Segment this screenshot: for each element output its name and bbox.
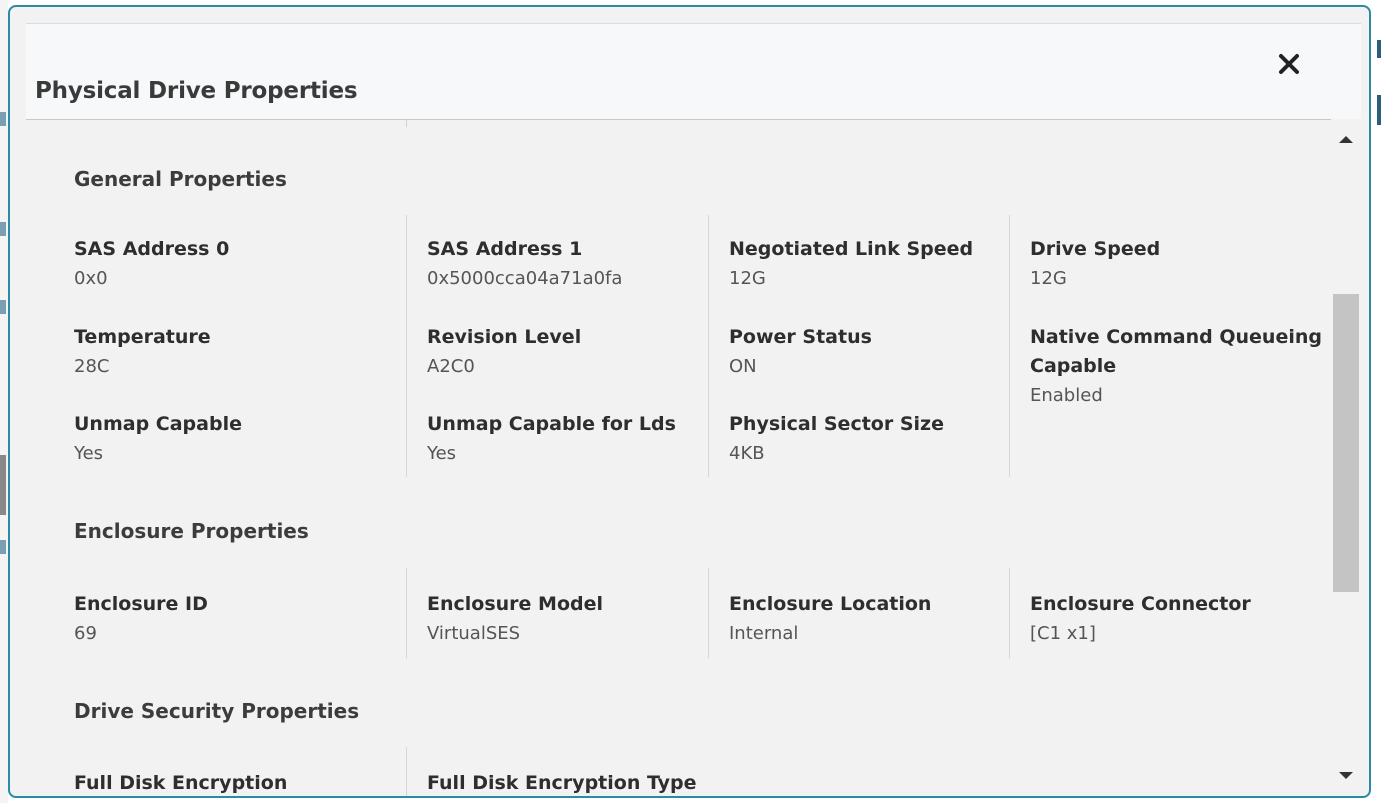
background-page-mark bbox=[0, 300, 6, 314]
property-physical-sector-size: Physical Sector Size 4KB bbox=[729, 410, 1014, 468]
property-label: Unmap Capable for Lds bbox=[427, 413, 676, 435]
property-unmap-capable-for-lds: Unmap Capable for Lds Yes bbox=[427, 410, 712, 468]
property-enclosure-id: Enclosure ID 69 bbox=[74, 590, 359, 648]
property-enclosure-location: Enclosure Location Internal bbox=[729, 590, 1014, 648]
property-label: SAS Address 0 bbox=[74, 238, 230, 260]
property-value: 28C bbox=[74, 356, 110, 377]
property-revision-level: Revision Level A2C0 bbox=[427, 323, 712, 381]
property-label: Full Disk Encryption Type bbox=[427, 772, 697, 794]
property-value: 69 bbox=[74, 623, 97, 644]
column-divider bbox=[406, 747, 407, 796]
background-page-mark bbox=[0, 455, 6, 515]
background-page-mark bbox=[0, 222, 6, 236]
section-title-enclosure: Enclosure Properties bbox=[74, 519, 309, 543]
property-value: Yes bbox=[74, 443, 104, 464]
property-value: [C1 x1] bbox=[1030, 623, 1096, 644]
property-temperature: Temperature 28C bbox=[74, 323, 359, 381]
dialog-body: General Properties SAS Address 0 0x0 SAS… bbox=[26, 119, 1331, 796]
property-value: 12G bbox=[1030, 268, 1067, 289]
property-label: Unmap Capable bbox=[74, 413, 242, 435]
background-page-mark bbox=[0, 540, 6, 554]
property-value: A2C0 bbox=[427, 356, 475, 377]
background-page-mark bbox=[1377, 95, 1381, 125]
property-sas-address-1: SAS Address 1 0x5000cca04a71a0fa bbox=[427, 235, 712, 293]
property-unmap-capable: Unmap Capable Yes bbox=[74, 410, 359, 468]
scroll-down-arrow-icon[interactable] bbox=[1339, 772, 1353, 779]
section-title-general: General Properties bbox=[74, 167, 287, 191]
column-divider bbox=[406, 215, 407, 477]
property-enclosure-model: Enclosure Model VirtualSES bbox=[427, 590, 712, 648]
property-label: Enclosure Connector bbox=[1030, 593, 1251, 615]
dialog-header: Physical Drive Properties bbox=[26, 23, 1361, 120]
property-full-disk-encryption: Full Disk Encryption bbox=[74, 769, 359, 796]
property-label: Enclosure ID bbox=[74, 593, 208, 615]
property-value: 12G bbox=[729, 268, 766, 289]
section-title-security: Drive Security Properties bbox=[74, 699, 360, 723]
property-value: Internal bbox=[729, 623, 799, 644]
property-label: Physical Sector Size bbox=[729, 413, 944, 435]
property-label: Negotiated Link Speed bbox=[729, 238, 974, 260]
background-page-right-edge bbox=[1371, 0, 1385, 803]
property-power-status: Power Status ON bbox=[729, 323, 1014, 381]
property-label: Revision Level bbox=[427, 326, 582, 348]
scrollbar-thumb[interactable] bbox=[1333, 294, 1359, 592]
property-value: 0x5000cca04a71a0fa bbox=[427, 268, 623, 289]
column-divider bbox=[406, 119, 407, 127]
property-label: SAS Address 1 bbox=[427, 238, 583, 260]
property-native-command-queueing: Native Command Queueing Capable Enabled bbox=[1030, 323, 1330, 410]
physical-drive-properties-dialog: Physical Drive Properties General Proper… bbox=[8, 5, 1371, 798]
background-page-mark bbox=[1377, 40, 1381, 58]
close-icon bbox=[1279, 54, 1299, 74]
property-value: Yes bbox=[427, 443, 457, 464]
property-value: Enabled bbox=[1030, 385, 1103, 406]
property-value: 4KB bbox=[729, 443, 765, 464]
property-label: Temperature bbox=[74, 326, 211, 348]
property-drive-speed: Drive Speed 12G bbox=[1030, 235, 1315, 293]
close-button[interactable] bbox=[1274, 49, 1304, 79]
property-label: Power Status bbox=[729, 326, 872, 348]
column-divider bbox=[406, 568, 407, 658]
background-page-mark bbox=[0, 112, 6, 126]
vertical-scrollbar[interactable] bbox=[1331, 119, 1361, 796]
property-sas-address-0: SAS Address 0 0x0 bbox=[74, 235, 359, 293]
property-value: 0x0 bbox=[74, 268, 108, 289]
property-negotiated-link-speed: Negotiated Link Speed 12G bbox=[729, 235, 1014, 293]
property-value: ON bbox=[729, 356, 757, 377]
property-label: Enclosure Model bbox=[427, 593, 604, 615]
scroll-up-arrow-icon[interactable] bbox=[1339, 136, 1353, 143]
property-value: VirtualSES bbox=[427, 623, 521, 644]
property-full-disk-encryption-type: Full Disk Encryption Type bbox=[427, 769, 712, 796]
property-label: Native Command Queueing Capable bbox=[1030, 326, 1322, 377]
dialog-title: Physical Drive Properties bbox=[35, 78, 358, 104]
property-label: Enclosure Location bbox=[729, 593, 932, 615]
property-enclosure-connector: Enclosure Connector [C1 x1] bbox=[1030, 590, 1315, 648]
background-page-left-edge bbox=[0, 0, 8, 803]
property-label: Full Disk Encryption bbox=[74, 772, 288, 794]
property-label: Drive Speed bbox=[1030, 238, 1161, 260]
